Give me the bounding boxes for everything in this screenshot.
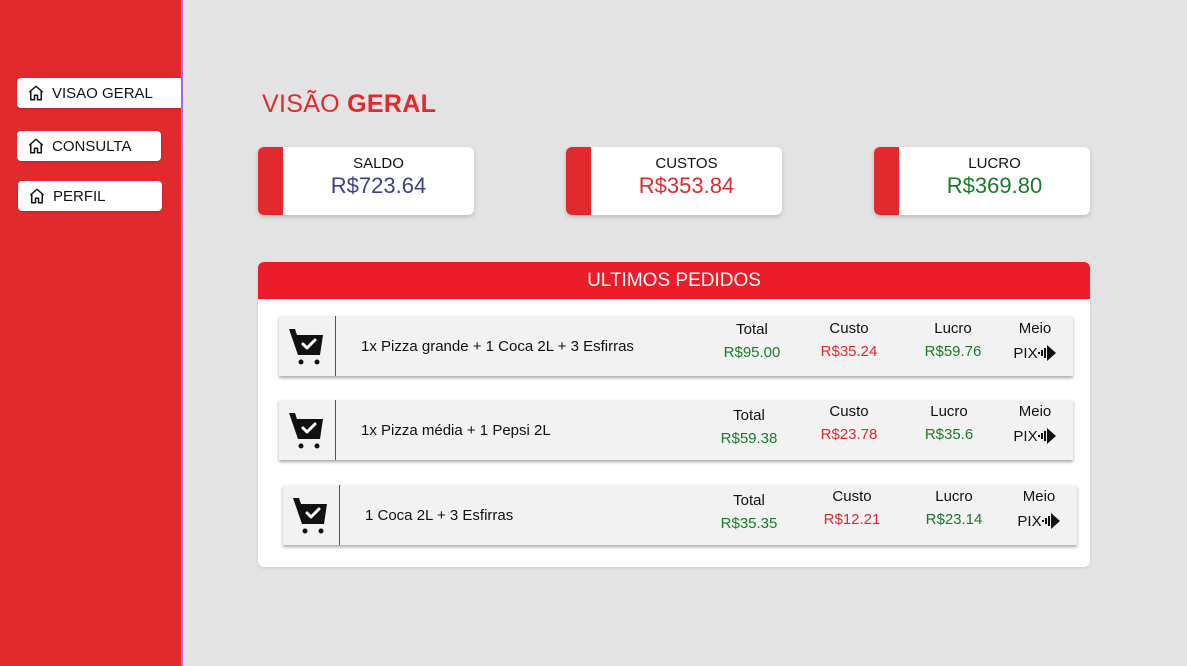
- orders-panel-title: ULTIMOS PEDIDOS: [258, 262, 1090, 299]
- page-title-part1: VISÃO: [262, 90, 348, 118]
- arrow-right-icon: [1041, 513, 1060, 529]
- order-lucro: Lucro R$23.14: [919, 488, 989, 528]
- sidebar-item-label: VISAO GERAL: [52, 84, 153, 102]
- order-total: Total R$59.38: [709, 407, 789, 447]
- card-label: SALDO: [353, 155, 404, 172]
- order-custo: Custo R$12.21: [817, 488, 887, 528]
- summary-card-saldo: SALDO R$723.64: [258, 147, 474, 215]
- order-meio: Meio PIX: [1009, 320, 1061, 363]
- order-custo: Custo R$23.78: [814, 403, 884, 443]
- summary-card-custos: CUSTOS R$353.84: [566, 147, 782, 215]
- order-lucro-value: R$35.6: [924, 426, 974, 443]
- order-custo-value: R$23.78: [820, 426, 878, 443]
- col-header-lucro: Lucro: [930, 403, 968, 420]
- order-row[interactable]: 1x Pizza grande + 1 Coca 2L + 3 Esfirras…: [279, 316, 1073, 376]
- col-header-custo: Custo: [829, 403, 869, 420]
- orders-panel: ULTIMOS PEDIDOS 1x Pizza grande + 1 Coca…: [258, 262, 1090, 567]
- order-total-value: R$59.38: [720, 430, 778, 447]
- summary-card-lucro: LUCRO R$369.80: [874, 147, 1090, 215]
- card-value: R$369.80: [946, 173, 1043, 198]
- order-description: 1 Coca 2L + 3 Esfirras: [365, 507, 514, 524]
- col-header-total: Total: [733, 407, 765, 424]
- arrow-right-icon: [1037, 428, 1056, 444]
- card-label: CUSTOS: [655, 155, 718, 172]
- card-accent-bar: [566, 147, 591, 215]
- payment-method: PIX: [1017, 512, 1042, 530]
- order-meio-value: PIX: [1013, 511, 1065, 531]
- order-row[interactable]: 1 Coca 2L + 3 Esfirras Total R$35.35 Cus…: [283, 485, 1077, 545]
- col-header-total: Total: [733, 492, 765, 509]
- sidebar-item-perfil[interactable]: PERFIL: [18, 181, 162, 211]
- order-lucro-value: R$23.14: [925, 511, 983, 528]
- sidebar-item-consulta[interactable]: CONSULTA: [17, 131, 161, 161]
- card-label: LUCRO: [968, 155, 1021, 172]
- order-lucro-value: R$59.76: [924, 343, 982, 360]
- order-row[interactable]: 1x Pizza média + 1 Pepsi 2L Total R$59.3…: [279, 400, 1073, 460]
- card-accent-bar: [258, 147, 283, 215]
- sidebar-item-visao-geral[interactable]: VISAO GERAL: [17, 78, 181, 108]
- order-custo-value: R$35.24: [820, 343, 878, 360]
- order-meio-value: PIX: [1009, 343, 1061, 363]
- order-custo: Custo R$35.24: [814, 320, 884, 360]
- sidebar: VISAO GERAL CONSULTA PERFIL: [0, 0, 183, 666]
- order-custo-value: R$12.21: [823, 511, 881, 528]
- home-icon: [28, 138, 44, 154]
- order-lucro: Lucro R$35.6: [914, 403, 984, 443]
- col-header-custo: Custo: [829, 320, 869, 337]
- payment-method: PIX: [1013, 427, 1038, 445]
- arrow-right-icon: [1037, 345, 1056, 361]
- cart-check-icon: [283, 485, 340, 545]
- card-value: R$723.64: [330, 173, 427, 198]
- col-header-custo: Custo: [832, 488, 872, 505]
- cart-check-icon: [279, 400, 336, 460]
- order-total: Total R$35.35: [709, 492, 789, 532]
- order-meio: Meio PIX: [1013, 488, 1065, 531]
- order-total-value: R$35.35: [720, 515, 778, 532]
- home-icon: [29, 188, 45, 204]
- page-title: VISÃO GERAL: [262, 90, 436, 119]
- col-header-lucro: Lucro: [934, 320, 972, 337]
- sidebar-item-label: PERFIL: [53, 187, 106, 205]
- col-header-lucro: Lucro: [935, 488, 973, 505]
- order-lucro: Lucro R$59.76: [918, 320, 988, 360]
- order-total-value: R$95.00: [723, 344, 781, 361]
- order-meio: Meio PIX: [1009, 403, 1061, 446]
- sidebar-item-label: CONSULTA: [52, 137, 132, 155]
- home-icon: [28, 85, 44, 101]
- order-total: Total R$95.00: [717, 321, 787, 361]
- col-header-meio: Meio: [1018, 320, 1052, 337]
- order-meio-value: PIX: [1009, 426, 1061, 446]
- order-description: 1x Pizza grande + 1 Coca 2L + 3 Esfirras: [361, 338, 634, 355]
- col-header-meio: Meio: [1018, 403, 1052, 420]
- card-accent-bar: [874, 147, 899, 215]
- order-description: 1x Pizza média + 1 Pepsi 2L: [361, 422, 551, 439]
- cart-check-icon: [279, 316, 336, 376]
- page-title-part2: GERAL: [347, 90, 437, 118]
- card-value: R$353.84: [638, 173, 735, 198]
- col-header-meio: Meio: [1022, 488, 1056, 505]
- payment-method: PIX: [1013, 344, 1038, 362]
- col-header-total: Total: [736, 321, 768, 338]
